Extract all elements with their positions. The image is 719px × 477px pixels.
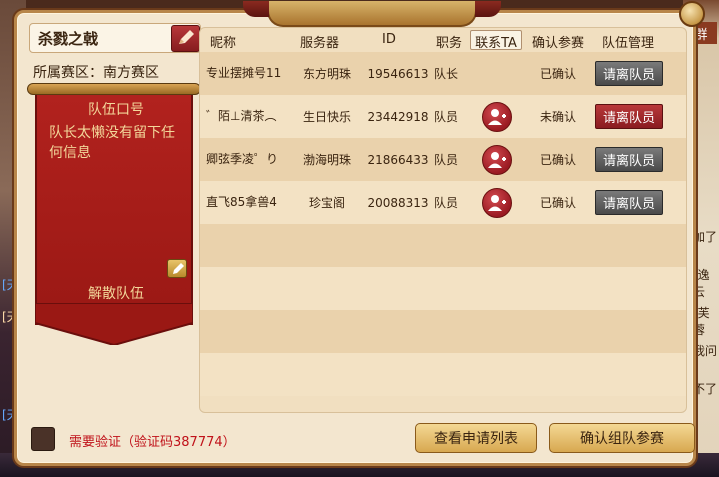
empty-row	[200, 353, 686, 396]
add-friend-icon	[488, 194, 506, 211]
disband-team-button[interactable]: 解散队伍	[37, 283, 195, 303]
kick-member-button[interactable]: 请离队员	[595, 104, 663, 129]
right-chat-line-4: 我问	[693, 344, 718, 358]
member-manage-cell: 请离队员	[594, 95, 664, 138]
member-name: 直飞85拿兽4	[206, 195, 277, 209]
region-label: 所属赛区：南方赛区	[33, 65, 159, 81]
pencil-icon	[173, 263, 184, 274]
header-contact: 联系TA	[470, 30, 522, 51]
right-chat-line-3: [芙蓉	[693, 306, 710, 337]
contact-member-button[interactable]	[482, 187, 512, 218]
header-role: 职务	[436, 36, 463, 51]
table-header: 昵称 服务器 ID 职务 联系TA 确认参赛 队伍管理	[200, 28, 686, 52]
member-id: 20088313	[367, 195, 429, 210]
team-name-field[interactable]: 杀戮之戟	[29, 23, 201, 53]
empty-row	[200, 267, 686, 310]
member-confirm-status: 已确认	[539, 153, 576, 167]
member-confirm-status: 已确认	[539, 196, 576, 210]
member-server: 珍宝阁	[308, 196, 345, 210]
kick-member-button[interactable]: 请离队员	[595, 190, 663, 215]
view-applications-button[interactable]: 查看申请列表	[415, 423, 537, 453]
member-contact-cell	[482, 95, 512, 138]
member-manage-cell: 请离队员	[594, 52, 664, 95]
table-row: 直飞85拿兽4 珍宝阁 20088313 队员 已确认 请离队员	[200, 181, 686, 224]
member-id: 23442918	[367, 109, 429, 124]
member-role: 队员	[434, 196, 459, 210]
add-friend-icon	[488, 151, 506, 168]
kick-member-button[interactable]: 请离队员	[595, 61, 663, 86]
pencil-icon	[179, 30, 194, 44]
kick-member-button[interactable]: 请离队员	[595, 147, 663, 172]
slogan-text: 队长太懒没有留下任何信息	[49, 125, 175, 161]
close-button[interactable]	[679, 1, 705, 27]
slogan-heading: 队伍口号	[88, 102, 144, 118]
member-id: 19546613	[367, 66, 429, 81]
confirm-join-button[interactable]: 确认组队参赛	[549, 423, 695, 453]
dialog-title-banner	[243, 1, 501, 27]
member-name: 卿弦季凌゜り	[206, 152, 279, 166]
team-name-text: 杀戮之戟	[38, 30, 99, 48]
table-row: 卿弦季凌゜り 渤海明珠 21866433 队员 已确认 请离队员	[200, 138, 686, 181]
header-name: 昵称	[210, 36, 237, 51]
member-contact-cell	[482, 181, 512, 224]
banner-tail-decoration	[35, 303, 193, 345]
empty-row	[200, 224, 686, 267]
verify-text: 需要验证（验证码387774）	[69, 435, 236, 450]
slogan-banner: 队伍口号 队长太懒没有留下任何信息 解散队伍	[35, 87, 193, 325]
member-id: 21866433	[367, 152, 429, 167]
verify-checkbox[interactable]	[31, 427, 55, 451]
team-dialog: 杀戮之戟 所属赛区：南方赛区 队伍口号 队长太懒没有留下任何信息 解散队伍 昵称…	[14, 1, 705, 466]
member-manage-cell: 请离队员	[594, 181, 664, 224]
edit-slogan-button[interactable]	[167, 259, 187, 278]
table-row: ゛陌⊥清茶︵ 生日快乐 23442918 队员 未确认 请离队员	[200, 95, 686, 138]
member-name: 专业摆摊号11	[206, 66, 282, 80]
member-role: 队长	[434, 67, 459, 81]
member-server: 生日快乐	[302, 110, 351, 124]
member-role: 队员	[434, 153, 459, 167]
member-name: ゛陌⊥清茶︵	[206, 109, 277, 123]
member-manage-cell: 请离队员	[594, 138, 664, 181]
member-table: 昵称 服务器 ID 职务 联系TA 确认参赛 队伍管理 专业摆摊号11 东方明珠…	[199, 27, 687, 413]
right-chat-line-5: 不了	[693, 382, 718, 396]
right-chat-line-1: 加了	[693, 230, 718, 244]
add-friend-icon	[488, 108, 506, 125]
header-manage: 队伍管理	[602, 36, 655, 51]
edit-team-name-button[interactable]	[171, 25, 200, 52]
contact-member-button[interactable]	[482, 144, 512, 175]
member-server: 渤海明珠	[302, 153, 351, 167]
banner-rod-decoration	[27, 83, 201, 95]
table-row: 专业摆摊号11 东方明珠 19546613 队长 已确认 请离队员	[200, 52, 686, 95]
member-confirm-status: 已确认	[539, 67, 576, 81]
header-confirm: 确认参赛	[532, 36, 585, 51]
empty-row	[200, 310, 686, 353]
header-id: ID	[382, 32, 396, 47]
member-server: 东方明珠	[302, 67, 351, 81]
header-server: 服务器	[300, 36, 340, 51]
contact-member-button[interactable]	[482, 101, 512, 132]
member-confirm-status: 未确认	[539, 110, 576, 124]
member-contact-cell	[482, 138, 512, 181]
right-chat-line-2: [逸云	[693, 268, 710, 299]
member-role: 队员	[434, 110, 459, 124]
